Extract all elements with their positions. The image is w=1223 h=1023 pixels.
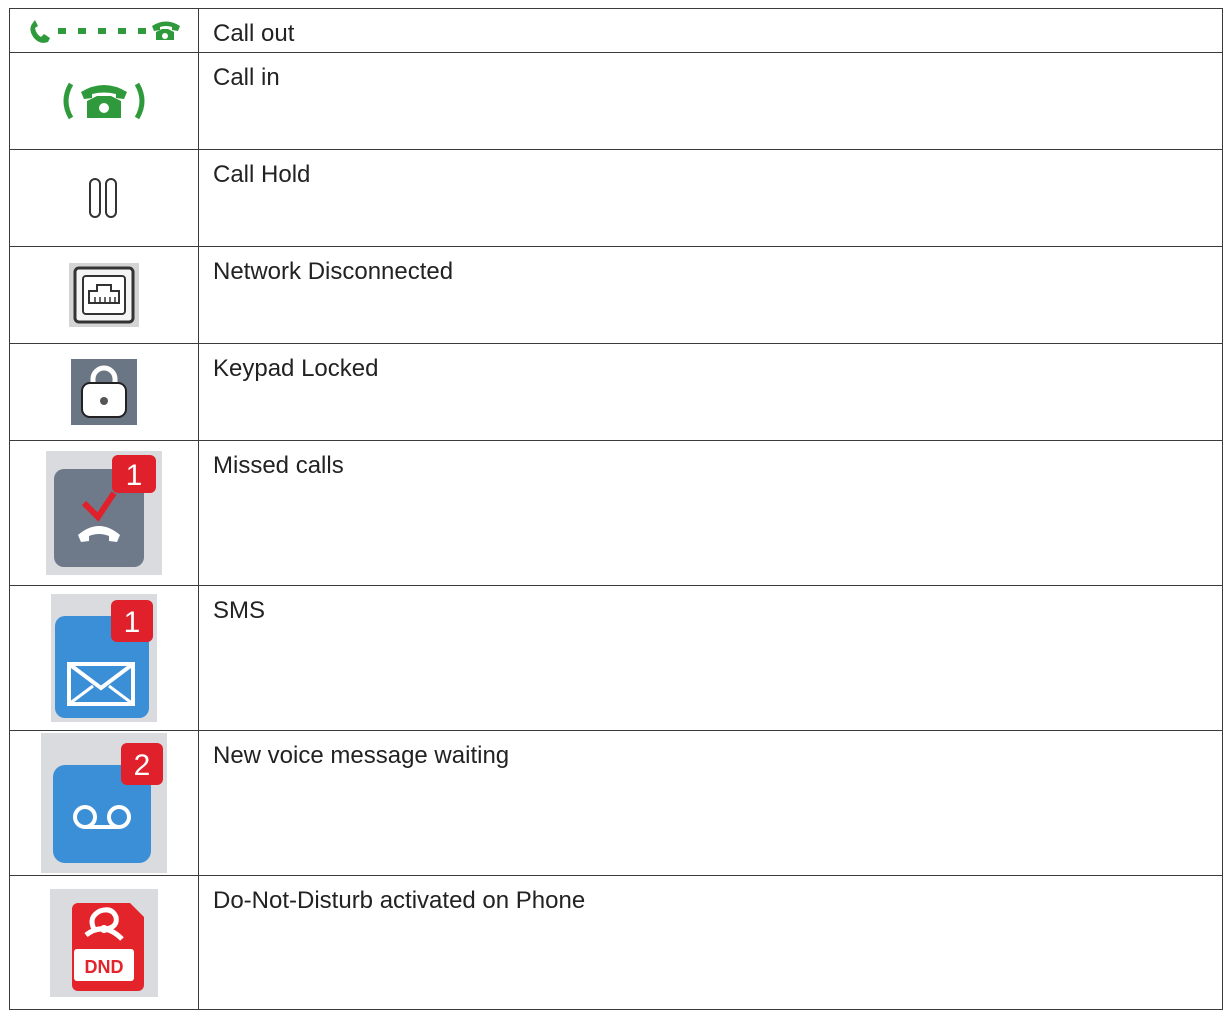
call-in-icon [63,82,145,120]
description-cell: Do-Not-Disturb activated on Phone [198,875,1223,1010]
row-label: Missed calls [213,452,344,479]
icon-cell [9,149,199,247]
row-label: Call out [213,20,295,47]
network-disconnected-icon [69,263,139,327]
table-row: DND Do-Not-Disturb activated on Phone [9,875,1223,1010]
row-label: Keypad Locked [213,355,379,382]
table-row: Call Hold [9,149,1223,247]
table-row: Keypad Locked [9,343,1223,441]
table-row: Network Disconnected [9,246,1223,344]
call-hold-icon [89,178,117,218]
badge-count: 1 [126,459,143,492]
description-cell: Network Disconnected [198,246,1223,344]
badge-count: 1 [124,606,141,639]
icon-cell [9,52,199,150]
dnd-label: DND [85,957,124,977]
description-cell: Call in [198,52,1223,150]
keypad-locked-icon [71,359,137,425]
table-row: Call out [9,8,1223,53]
description-cell: Call out [198,8,1223,53]
icon-cell: 2 [9,730,199,876]
icon-cell [9,8,199,53]
row-label: Do-Not-Disturb activated on Phone [213,887,586,914]
table-row: Call in [9,52,1223,150]
row-label: Network Disconnected [213,258,454,285]
description-cell: Missed calls [198,440,1223,586]
dnd-icon: DND [50,888,158,997]
icon-cell [9,246,199,344]
call-out-icon [30,19,180,43]
description-cell: Keypad Locked [198,343,1223,441]
status-icon-table: Call out Call in Call Hold Network Disco… [9,8,1223,1010]
sms-icon: 1 [51,594,157,722]
badge-count: 2 [134,749,151,782]
description-cell: New voice message waiting [198,730,1223,876]
row-label: New voice message waiting [213,742,510,769]
table-row: 1 SMS [9,585,1223,731]
description-cell: Call Hold [198,149,1223,247]
row-label: SMS [213,597,266,624]
table-row: 1 Missed calls [9,440,1223,586]
row-label: Call in [213,64,280,91]
description-cell: SMS [198,585,1223,731]
icon-cell: DND [9,875,199,1010]
missed-calls-icon: 1 [46,451,162,575]
icon-cell: 1 [9,585,199,731]
row-label: Call Hold [213,161,311,188]
table-row: 2 New voice message waiting [9,730,1223,876]
icon-cell [9,343,199,441]
icon-cell: 1 [9,440,199,586]
voicemail-icon: 2 [41,733,167,873]
